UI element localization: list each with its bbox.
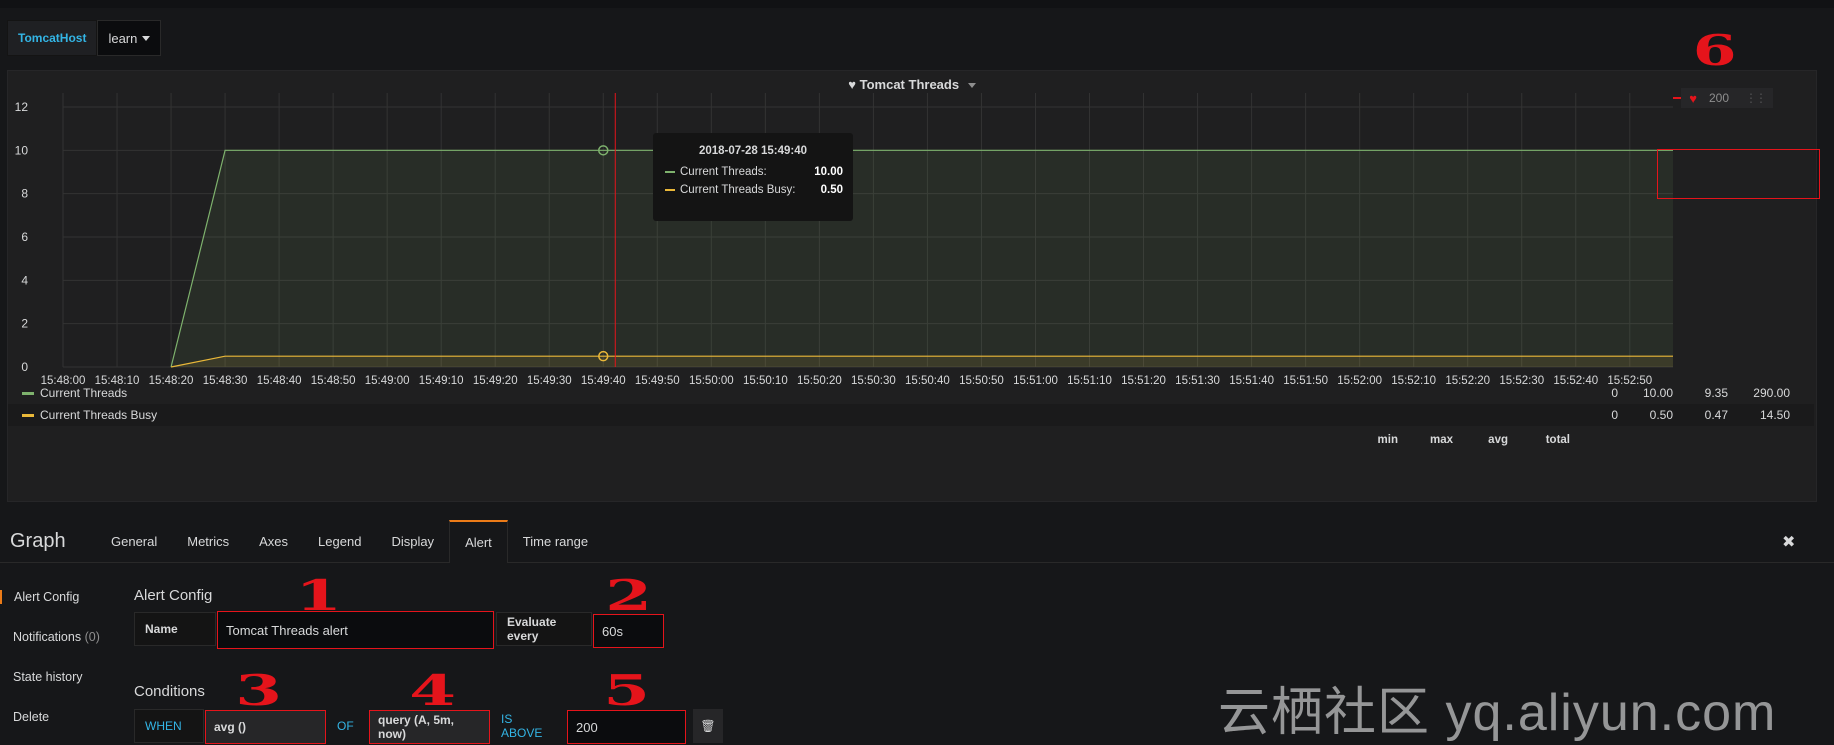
- legend-row[interactable]: Current Threads Busy 0 0.50 0.47 14.50: [8, 404, 1814, 426]
- of-keyword: OF: [337, 719, 354, 733]
- legend-header-total[interactable]: total: [1508, 434, 1570, 446]
- annotation-4: 4: [409, 666, 457, 715]
- tooltip-row: Current Threads: 10.00: [653, 163, 853, 181]
- y-tick-label: 4: [21, 273, 28, 287]
- legend-min: 0: [1611, 386, 1618, 400]
- legend-header: min max avg total: [1343, 434, 1570, 446]
- legend-max: 0.50: [1649, 408, 1673, 422]
- annotation-2: 2: [605, 571, 653, 620]
- template-variable: TomcatHost learn: [7, 20, 162, 56]
- variable-value: learn: [108, 30, 138, 46]
- close-icon[interactable]: ✖: [1782, 532, 1795, 552]
- annotation-6: 6: [1692, 26, 1737, 75]
- series-swatch: [665, 188, 675, 191]
- top-bar: [0, 0, 1834, 8]
- legend-avg: 0.47: [1704, 408, 1728, 422]
- legend-max: 10.00: [1642, 386, 1673, 400]
- alert-config-title: Alert Config: [134, 587, 213, 604]
- legend-min: 0: [1611, 408, 1618, 422]
- tooltip-series-name: Current Threads Busy:: [680, 184, 796, 196]
- series-swatch[interactable]: [22, 413, 34, 417]
- alert-name-input[interactable]: Tomcat Threads alert: [217, 611, 494, 649]
- graph-panel: ♥ Tomcat Threads 0 2 4 6 8 10 12 15:48:00 15:48:…: [7, 70, 1820, 502]
- y-tick-label: 2: [21, 317, 28, 331]
- tooltip-series-name: Current Threads:: [680, 166, 767, 178]
- y-tick-label: 12: [15, 100, 29, 114]
- threshold-highlight-box: [1657, 149, 1820, 199]
- tab-time-range[interactable]: Time range: [508, 520, 603, 562]
- is-above-keyword: IS ABOVE: [501, 712, 543, 740]
- watermark: 云栖社区 yq.aliyun.com: [1218, 684, 1777, 742]
- broken-heart-icon: ♥: [1689, 90, 1697, 106]
- legend-header-min[interactable]: min: [1343, 434, 1398, 446]
- tooltip-time: 2018-07-28 15:49:40: [698, 145, 808, 157]
- tooltip-row: Current Threads Busy: 0.50: [653, 181, 853, 199]
- variable-label: TomcatHost: [7, 20, 98, 56]
- threshold-input[interactable]: 200: [567, 710, 686, 744]
- editor-tabs: General Metrics Axes Legend Display Aler…: [96, 520, 603, 563]
- when-keyword: WHEN: [134, 709, 204, 743]
- side-nav-label: State history: [13, 670, 83, 684]
- editor-tabbar: Graph General Metrics Axes Legend Displa…: [0, 520, 1834, 563]
- y-tick-label: 10: [15, 143, 29, 157]
- editor-title: Graph: [10, 530, 66, 552]
- reducer-select[interactable]: avg (): [205, 710, 326, 744]
- tooltip-series-value: 0.50: [820, 184, 843, 196]
- threshold-handle[interactable]: ♥ 200 ⋮⋮: [1673, 87, 1773, 109]
- legend-series-name[interactable]: Current Threads: [40, 386, 1563, 400]
- legend-total: 14.50: [1759, 408, 1790, 422]
- trash-icon[interactable]: 🗑: [693, 709, 723, 743]
- tab-axes[interactable]: Axes: [244, 520, 303, 562]
- threshold-handle-line: [1673, 97, 1682, 99]
- side-nav-label: Alert Config: [14, 590, 80, 604]
- tab-legend[interactable]: Legend: [303, 520, 376, 562]
- query-select[interactable]: query (A, 5m, now): [369, 710, 490, 744]
- side-nav-label: Delete: [13, 710, 50, 724]
- series-swatch: [665, 170, 675, 173]
- conditions-title: Conditions: [134, 683, 205, 700]
- graph-tooltip: 2018-07-28 15:49:40 Current Threads: 10.…: [653, 133, 853, 221]
- side-nav-delete[interactable]: Delete: [0, 710, 49, 724]
- chevron-down-icon: [142, 35, 151, 41]
- legend-row[interactable]: Current Threads 0 10.00 9.35 290.00: [8, 382, 1814, 404]
- threshold-handle-box[interactable]: ♥ 200 ⋮⋮: [1681, 88, 1773, 108]
- y-tick-label: 8: [21, 187, 28, 201]
- tab-general[interactable]: General: [96, 520, 172, 562]
- evaluate-every-label: Evaluate every: [496, 612, 592, 646]
- side-nav-state-history[interactable]: State history: [0, 670, 82, 684]
- series-area: [171, 356, 1673, 367]
- side-nav-label: Notifications: [13, 630, 82, 644]
- tooltip-series-value: 10.00: [814, 166, 843, 178]
- tab-display[interactable]: Display: [376, 520, 449, 562]
- legend-total: 290.00: [1753, 386, 1790, 400]
- threshold-handle-value: 200: [1709, 91, 1730, 105]
- legend-header-avg[interactable]: avg: [1453, 434, 1508, 446]
- variable-dropdown[interactable]: learn: [97, 20, 162, 56]
- series-swatch[interactable]: [22, 391, 34, 395]
- legend-avg: 9.35: [1704, 386, 1728, 400]
- drag-grip-icon[interactable]: ⋮⋮: [1745, 91, 1767, 105]
- annotation-5: 5: [603, 666, 651, 715]
- legend-header-max[interactable]: max: [1398, 434, 1453, 446]
- side-nav-alert-config[interactable]: Alert Config: [0, 590, 79, 604]
- y-tick-label: 6: [21, 230, 28, 244]
- annotation-1: 1: [295, 571, 343, 620]
- side-nav-notifications[interactable]: Notifications (0): [0, 630, 100, 644]
- y-tick-label: 0: [21, 360, 28, 374]
- tab-metrics[interactable]: Metrics: [172, 520, 244, 562]
- annotation-3: 3: [235, 666, 283, 715]
- series-area: [171, 150, 1673, 367]
- notifications-count: (0): [84, 630, 100, 644]
- legend-series-name[interactable]: Current Threads Busy: [40, 408, 1563, 422]
- name-label: Name: [134, 612, 216, 646]
- tab-alert[interactable]: Alert: [449, 520, 508, 563]
